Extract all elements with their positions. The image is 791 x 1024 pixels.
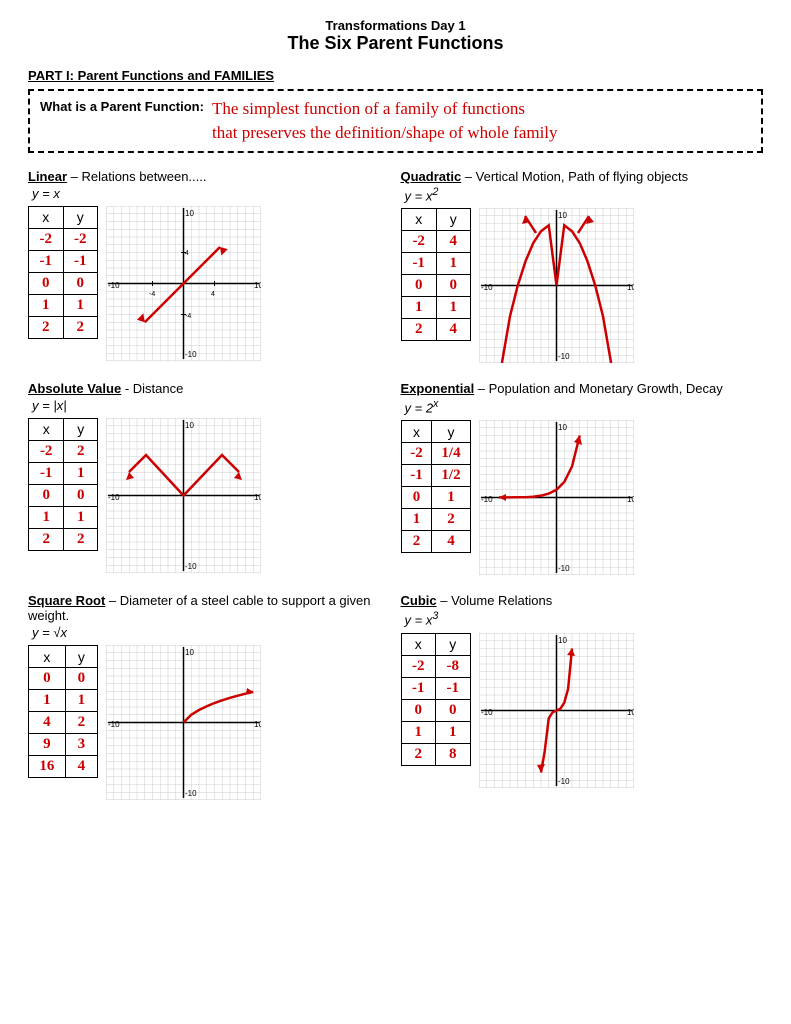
function-cubic: Cubic – Volume Relations y = x3 xy -2-8 … — [401, 593, 764, 800]
absolute-graph: 10 -10 10 -10 — [106, 418, 261, 573]
def-text: The simplest function of a family of fun… — [212, 97, 558, 145]
squareroot-table: xy 00 11 42 93 164 — [28, 645, 98, 778]
squareroot-equation: y = √x — [32, 625, 391, 640]
functions-grid: Linear – Relations between..... y = x xy… — [28, 169, 763, 801]
svg-text:10: 10 — [558, 636, 567, 645]
svg-text:-10: -10 — [481, 495, 493, 504]
svg-text:-10: -10 — [558, 352, 570, 361]
svg-text:-4: -4 — [149, 291, 155, 298]
svg-text:-10: -10 — [185, 789, 197, 798]
svg-text:-10: -10 — [185, 562, 197, 571]
svg-text:-10: -10 — [481, 283, 493, 292]
squareroot-content: xy 00 11 42 93 164 — [28, 645, 391, 800]
cubic-graph: 10 -10 10 -10 — [479, 633, 634, 788]
svg-text:10: 10 — [185, 648, 194, 657]
exponential-graph: 10 -10 10 -10 — [479, 420, 634, 575]
svg-text:-10: -10 — [185, 350, 197, 359]
function-exponential: Exponential – Population and Monetary Gr… — [401, 381, 764, 575]
exponential-content: xy -21/4 -11/2 01 12 24 — [401, 420, 764, 575]
svg-text:10: 10 — [185, 421, 194, 430]
linear-table: xy -2-2 -1-1 00 11 22 — [28, 206, 98, 339]
function-absolute: Absolute Value - Distance y = |x| xy -22… — [28, 381, 391, 575]
quadratic-graph: 10 -10 10 -10 — [479, 208, 634, 363]
svg-text:10: 10 — [558, 211, 567, 220]
page-header: Transformations Day 1 The Six Parent Fun… — [28, 18, 763, 54]
absolute-table: xy -22 -11 00 11 22 — [28, 418, 98, 551]
svg-text:4: 4 — [211, 291, 215, 298]
svg-text:10: 10 — [558, 423, 567, 432]
exponential-equation: y = 2x — [405, 398, 764, 415]
part-header: PART I: Parent Functions and FAMILIES — [28, 68, 763, 83]
parent-definition-box: What is a Parent Function: The simplest … — [28, 89, 763, 153]
squareroot-title: Square Root – Diameter of a steel cable … — [28, 593, 391, 623]
linear-title: Linear – Relations between..... — [28, 169, 391, 184]
svg-text:10: 10 — [185, 209, 194, 218]
absolute-title: Absolute Value - Distance — [28, 381, 391, 396]
svg-text:10: 10 — [627, 283, 634, 292]
quadratic-content: xy -24 -11 00 11 24 — [401, 208, 764, 363]
linear-content: xy -2-2 -1-1 00 11 22 — [28, 206, 391, 361]
svg-text:-10: -10 — [481, 708, 493, 717]
linear-equation: y = x — [32, 186, 391, 201]
page-title: The Six Parent Functions — [28, 33, 763, 54]
linear-graph: 10 -10 10 -10 -4 4 4 -4 — [106, 206, 261, 361]
cubic-content: xy -2-8 -1-1 00 11 28 — [401, 633, 764, 788]
svg-text:10: 10 — [627, 495, 634, 504]
svg-text:-10: -10 — [108, 493, 120, 502]
def-label: What is a Parent Function: — [40, 99, 204, 114]
page-subtitle: Transformations Day 1 — [28, 18, 763, 33]
svg-text:4: 4 — [185, 250, 189, 257]
exponential-table: xy -21/4 -11/2 01 12 24 — [401, 420, 471, 553]
svg-text:-10: -10 — [558, 777, 570, 786]
absolute-content: xy -22 -11 00 11 22 — [28, 418, 391, 573]
exponential-title: Exponential – Population and Monetary Gr… — [401, 381, 764, 396]
cubic-title: Cubic – Volume Relations — [401, 593, 764, 608]
quadratic-table: xy -24 -11 00 11 24 — [401, 208, 471, 341]
quadratic-equation: y = x2 — [405, 186, 764, 203]
svg-text:-10: -10 — [108, 281, 120, 290]
quadratic-title: Quadratic – Vertical Motion, Path of fly… — [401, 169, 764, 184]
svg-text:10: 10 — [627, 708, 634, 717]
svg-text:10: 10 — [254, 281, 261, 290]
squareroot-graph: 10 -10 10 -10 — [106, 645, 261, 800]
function-linear: Linear – Relations between..... y = x xy… — [28, 169, 391, 363]
svg-text:10: 10 — [254, 493, 261, 502]
function-squareroot: Square Root – Diameter of a steel cable … — [28, 593, 391, 800]
cubic-equation: y = x3 — [405, 610, 764, 627]
absolute-equation: y = |x| — [32, 398, 391, 413]
cubic-table: xy -2-8 -1-1 00 11 28 — [401, 633, 471, 766]
svg-text:10: 10 — [254, 720, 261, 729]
function-quadratic: Quadratic – Vertical Motion, Path of fly… — [401, 169, 764, 363]
svg-text:-10: -10 — [558, 564, 570, 573]
svg-text:-10: -10 — [108, 720, 120, 729]
svg-text:-4: -4 — [185, 313, 191, 320]
